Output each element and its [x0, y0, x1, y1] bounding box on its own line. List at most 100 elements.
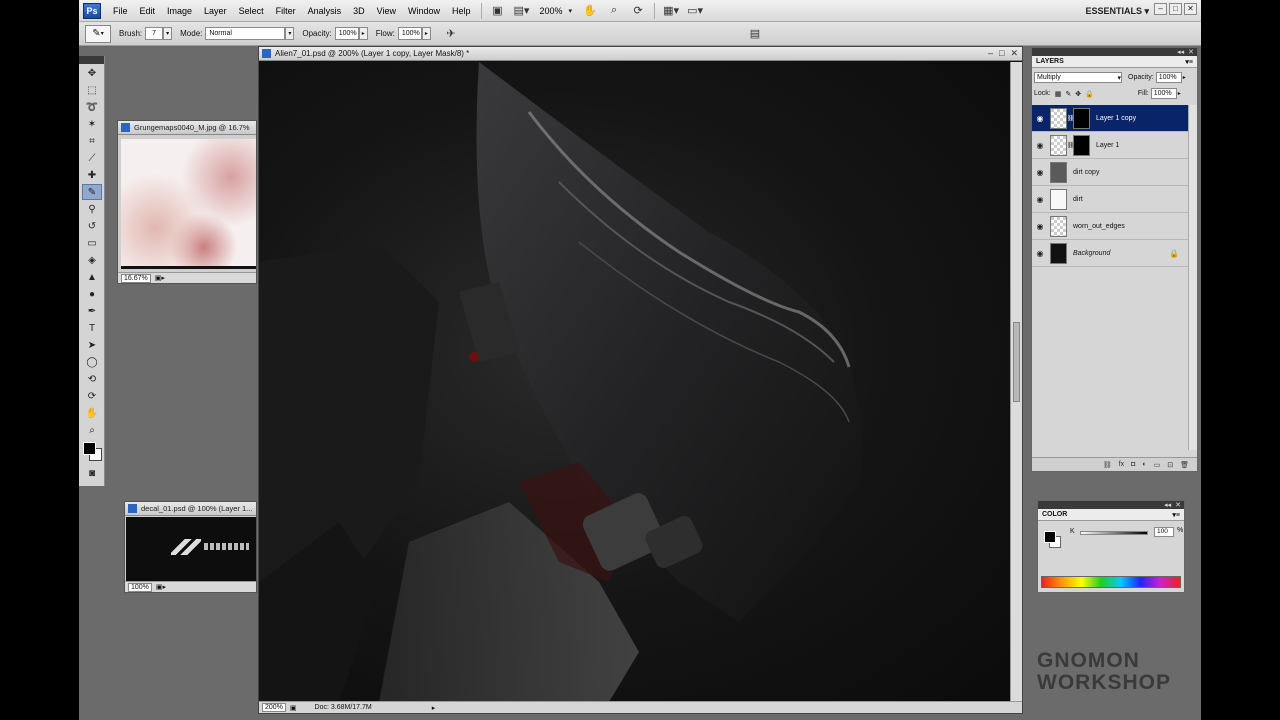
healing-brush-tool-icon[interactable]: ✚ — [82, 167, 102, 183]
delete-layer-icon[interactable]: 🗑 — [1180, 461, 1189, 469]
layer-style-icon[interactable]: fx — [1119, 461, 1124, 468]
zoom-tool-icon[interactable]: ⌕ — [82, 422, 102, 438]
color-ramp[interactable] — [1041, 576, 1181, 588]
panel-menu-icon[interactable]: ▾≡ — [1185, 58, 1193, 66]
zoom-level[interactable]: 100% — [128, 582, 152, 592]
new-layer-icon[interactable]: ⊡ — [1167, 461, 1173, 469]
menu-image[interactable]: Image — [161, 6, 198, 16]
layer-row-worn-out-edges[interactable]: ◉ worn_out_edges — [1032, 213, 1189, 240]
layer-row-layer-1[interactable]: ◉ ⛓ Layer 1 — [1032, 132, 1189, 159]
bridge-icon[interactable]: ▣ — [489, 4, 507, 18]
layer-mask-thumbnail[interactable] — [1073, 134, 1090, 156]
view-extras-icon[interactable]: ▤▾ — [513, 4, 531, 18]
path-selection-tool-icon[interactable]: ➤ — [82, 337, 102, 353]
chevron-right-icon[interactable]: ▸ — [421, 27, 431, 40]
status-icon[interactable]: ▣ — [290, 704, 297, 712]
arrange-documents-icon[interactable]: ▦▾ — [662, 4, 680, 18]
minimize-icon[interactable]: – — [1154, 3, 1167, 15]
zoom-tool-icon[interactable]: ⌕ — [605, 4, 623, 18]
lock-position-icon[interactable]: ✥ — [1075, 90, 1081, 98]
3d-rotate-tool-icon[interactable]: ⟲ — [82, 371, 102, 387]
opacity-input[interactable]: 100% — [334, 27, 359, 40]
link-layers-icon[interactable]: ⛓ — [1103, 461, 1112, 469]
shape-tool-icon[interactable]: ◯ — [82, 354, 102, 370]
collapse-icon[interactable]: ◂◂ — [1177, 48, 1184, 56]
fill-input[interactable]: 100% — [1150, 88, 1177, 99]
maximize-icon[interactable]: □ — [999, 48, 1004, 59]
visibility-eye-icon[interactable]: ◉ — [1032, 249, 1048, 258]
visibility-eye-icon[interactable]: ◉ — [1032, 141, 1048, 150]
pen-tool-icon[interactable]: ✒ — [82, 303, 102, 319]
collapse-icon[interactable]: ◂◂ — [1164, 501, 1171, 509]
brush-tool-icon[interactable]: ✎ — [82, 184, 102, 200]
lock-transparency-icon[interactable]: ▦ — [1055, 90, 1062, 98]
layer-mask-thumbnail[interactable] — [1073, 107, 1090, 129]
menu-select[interactable]: Select — [233, 6, 270, 16]
close-icon[interactable]: ✕ — [1010, 48, 1018, 59]
new-group-icon[interactable]: ▭ — [1154, 461, 1161, 469]
close-icon[interactable]: ✕ — [1175, 501, 1181, 509]
quick-mask-icon[interactable]: ◙ — [82, 465, 102, 481]
layer-row-layer-1-copy[interactable]: ◉ ⛓ Layer 1 copy — [1032, 105, 1189, 132]
layers-scrollbar[interactable] — [1188, 105, 1197, 450]
layer-row-dirt-copy[interactable]: ◉ dirt copy — [1032, 159, 1189, 186]
close-icon[interactable]: ✕ — [1184, 3, 1197, 15]
menu-3d[interactable]: 3D — [347, 6, 371, 16]
adjustment-layer-icon[interactable]: ◐ — [1142, 461, 1146, 468]
menu-edit[interactable]: Edit — [134, 6, 162, 16]
zoom-level[interactable]: 16.67% — [121, 273, 151, 283]
blur-tool-icon[interactable]: ▲ — [82, 269, 102, 285]
tab-layers[interactable]: LAYERS ▾≡ — [1032, 56, 1197, 68]
lasso-tool-icon[interactable]: ➰ — [82, 99, 102, 115]
decal-document-window[interactable]: decal_01.psd @ 100% (Layer 1... 100% ▣▸ — [124, 501, 257, 593]
foreground-color-swatch[interactable] — [1044, 531, 1056, 543]
visibility-eye-icon[interactable]: ◉ — [1032, 114, 1048, 123]
marquee-tool-icon[interactable]: ⬚ — [82, 82, 102, 98]
status-menu-icon[interactable]: ▣▸ — [156, 583, 166, 591]
eyedropper-tool-icon[interactable]: ⟋ — [82, 150, 102, 166]
layer-row-background[interactable]: ◉ Background 🔒 — [1032, 240, 1189, 267]
scrollbar-thumb[interactable] — [1013, 322, 1020, 402]
zoom-level[interactable]: 200% — [262, 703, 286, 712]
vertical-scrollbar[interactable] — [1010, 62, 1022, 702]
menu-help[interactable]: Help — [446, 6, 477, 16]
maximize-icon[interactable]: □ — [1169, 3, 1182, 15]
image-canvas[interactable] — [259, 62, 1011, 702]
chevron-right-icon[interactable]: ▸ — [358, 27, 368, 40]
magic-wand-tool-icon[interactable]: ✶ — [82, 116, 102, 132]
lock-all-icon[interactable]: 🔒 — [1085, 90, 1094, 98]
menu-view[interactable]: View — [371, 6, 402, 16]
toggle-panel-icon[interactable]: ▤ — [746, 27, 764, 41]
mode-select[interactable]: Normal — [205, 27, 286, 40]
hand-tool-icon[interactable]: ✋ — [581, 4, 599, 18]
chevron-down-icon[interactable]: ▾ — [569, 7, 573, 15]
menu-file[interactable]: File — [107, 6, 134, 16]
workspace-switcher[interactable]: ESSENTIALS ▾ — [1085, 6, 1149, 17]
dodge-tool-icon[interactable]: ● — [82, 286, 102, 302]
foreground-color-swatch[interactable] — [83, 442, 96, 455]
history-brush-tool-icon[interactable]: ↺ — [82, 218, 102, 234]
chevron-down-icon[interactable]: ▾ — [285, 27, 295, 40]
brush-size-picker[interactable]: 7 — [145, 27, 164, 40]
k-slider[interactable] — [1080, 531, 1148, 535]
paint-bucket-tool-icon[interactable]: ◈ — [82, 252, 102, 268]
menu-analysis[interactable]: Analysis — [302, 6, 348, 16]
eraser-tool-icon[interactable]: ▭ — [82, 235, 102, 251]
type-tool-icon[interactable]: T — [82, 320, 102, 336]
crop-tool-icon[interactable]: ⌗ — [82, 133, 102, 149]
flow-input[interactable]: 100% — [397, 27, 422, 40]
menu-window[interactable]: Window — [402, 6, 446, 16]
main-document-window[interactable]: Alien7_01.psd @ 200% (Layer 1 copy, Laye… — [258, 46, 1023, 714]
tab-color[interactable]: COLOR ▾≡ — [1038, 509, 1184, 521]
status-menu-icon[interactable]: ▣▸ — [155, 274, 165, 282]
clone-stamp-tool-icon[interactable]: ⚲ — [82, 201, 102, 217]
lock-pixels-icon[interactable]: ✎ — [1065, 90, 1071, 98]
visibility-eye-icon[interactable]: ◉ — [1032, 222, 1048, 231]
close-icon[interactable]: ✕ — [1188, 48, 1194, 56]
layer-opacity-input[interactable]: 100% — [1155, 72, 1182, 83]
rotate-view-icon[interactable]: ⟳ — [629, 4, 647, 18]
grunge-document-window[interactable]: Grungemaps0040_M.jpg @ 16.7% 16.67% ▣▸ — [117, 120, 257, 284]
add-mask-icon[interactable]: ◘ — [1131, 461, 1135, 468]
minimize-icon[interactable]: – — [988, 48, 993, 59]
status-menu-icon[interactable]: ▸ — [432, 704, 436, 712]
